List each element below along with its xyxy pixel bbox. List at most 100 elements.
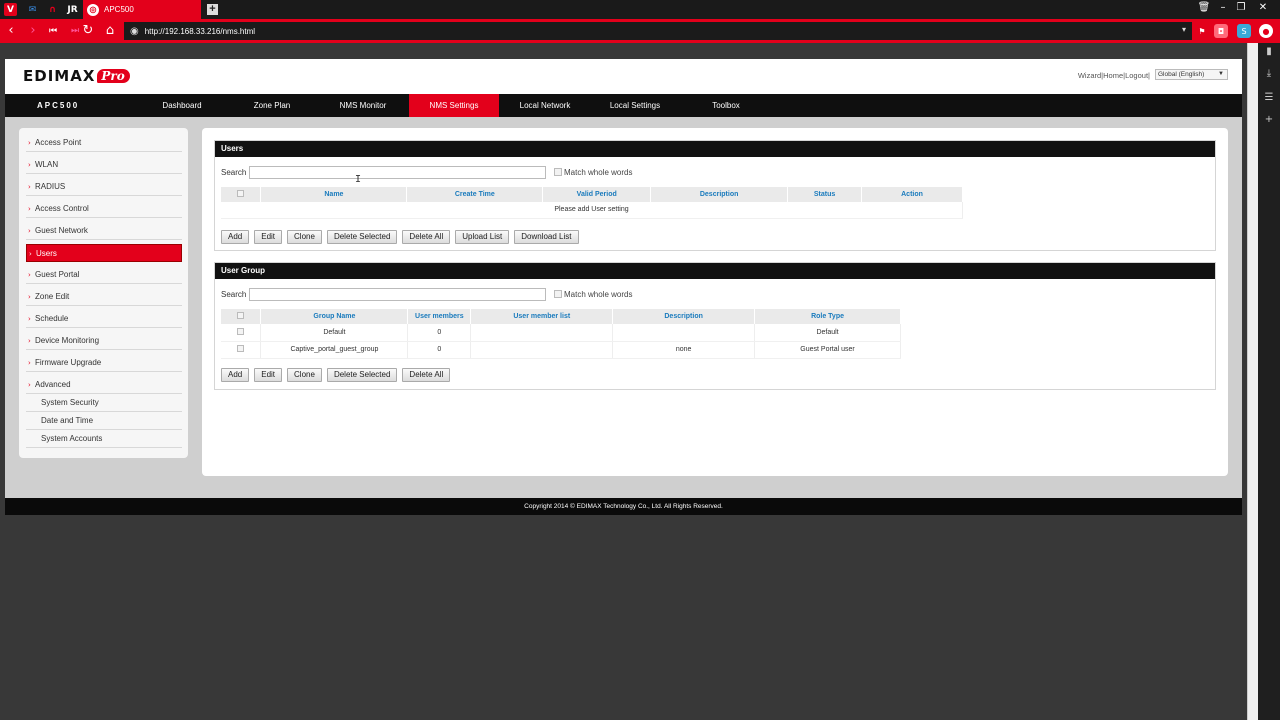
sidebar-item-users[interactable]: › Users [26, 244, 182, 262]
sidebar-item-system-accounts[interactable]: System Accounts [26, 430, 182, 448]
nav-zone-plan[interactable]: Zone Plan [239, 94, 305, 117]
mail-icon[interactable]: ✉ [26, 3, 39, 16]
tab-apc500[interactable]: ◎ APC500 [83, 0, 201, 19]
column-header[interactable]: Description [612, 309, 756, 324]
clone-button[interactable]: Clone [287, 230, 322, 244]
column-header[interactable]: Action [861, 187, 963, 202]
rewind-icon[interactable]: ⏮ [44, 22, 62, 40]
sidebar-item-zone-edit[interactable]: › Zone Edit [26, 288, 182, 306]
group-match-whole-words-checkbox[interactable] [554, 290, 562, 298]
delete-all-button[interactable]: Delete All [402, 230, 451, 244]
new-tab-button[interactable]: + [207, 4, 218, 15]
column-header[interactable]: Name [260, 187, 408, 202]
nav-nms-monitor[interactable]: NMS Monitor [327, 94, 399, 117]
sidebar-item-guest-network[interactable]: › Guest Network [26, 222, 182, 240]
users-panel: Users Search Match whole words Name Crea… [214, 140, 1216, 251]
column-header[interactable]: User member list [470, 309, 614, 324]
column-header[interactable]: Group Name [260, 309, 409, 324]
group-search-input[interactable] [249, 288, 546, 301]
sidebar-item-label: Users [36, 249, 57, 258]
logout-link[interactable]: Logout [1125, 71, 1148, 80]
column-header[interactable]: Valid Period [542, 187, 652, 202]
add-button[interactable]: Add [221, 230, 250, 244]
home-link[interactable]: Home [1103, 71, 1123, 80]
sidebar-item-advanced[interactable]: › Advanced [26, 376, 182, 394]
nav-local-settings[interactable]: Local Settings [599, 94, 671, 117]
reload-icon[interactable]: ↻ [79, 22, 97, 40]
column-header[interactable]: Status [787, 187, 863, 202]
sidebar-item-device-monitoring[interactable]: › Device Monitoring [26, 332, 182, 350]
nav-local-network[interactable]: Local Network [509, 94, 581, 117]
bookmarks-panel-icon[interactable]: ▮ [1263, 46, 1275, 60]
clone-button[interactable]: Clone [287, 368, 322, 382]
sidebar-item-schedule[interactable]: › Schedule [26, 310, 182, 328]
sidebar-item-radius[interactable]: › RADIUS [26, 178, 182, 196]
column-header[interactable]: Role Type [754, 309, 901, 324]
users-panel-title: Users [215, 141, 1215, 157]
users-search-input[interactable] [249, 166, 546, 179]
add-panel-icon[interactable]: + [1263, 114, 1275, 128]
wizard-link[interactable]: Wizard [1078, 71, 1101, 80]
upload-list-button[interactable]: Upload List [455, 230, 510, 244]
vivaldi-icon[interactable]: V [4, 3, 17, 16]
select-all-cell[interactable] [221, 187, 262, 202]
extension-icon[interactable]: S [1237, 24, 1251, 38]
select-all-checkbox[interactable] [237, 312, 245, 319]
language-select[interactable]: Global (English) ▼ [1155, 69, 1228, 80]
sidebar-item-firmware-upgrade[interactable]: › Firmware Upgrade [26, 354, 182, 372]
sidebar-item-wlan[interactable]: › WLAN [26, 156, 182, 174]
row-select-cell[interactable] [221, 341, 262, 359]
page-scrollbar[interactable] [1247, 43, 1258, 720]
nav-dashboard[interactable]: Dashboard [150, 94, 214, 117]
vivaldi-menu-icon[interactable]: ● [1259, 24, 1273, 38]
column-header[interactable]: Description [650, 187, 789, 202]
maximize-icon[interactable]: ❐ [1234, 2, 1248, 13]
url-input[interactable]: ◉ http://192.168.33.216/nms.html ▾ [124, 22, 1192, 40]
arch-icon[interactable]: ∩ [46, 3, 59, 16]
users-button-row: Add Edit Clone Delete Selected Delete Al… [221, 230, 579, 244]
home-icon[interactable]: ⌂ [101, 22, 119, 40]
jr-icon[interactable]: JR [66, 3, 79, 16]
row-select-cell[interactable] [221, 324, 262, 342]
sidebar-item-guest-portal[interactable]: › Guest Portal [26, 266, 182, 284]
nav-toolbox[interactable]: Toolbox [695, 94, 757, 117]
add-button[interactable]: Add [221, 368, 250, 382]
sidebar-item-system-security[interactable]: System Security [26, 394, 182, 412]
edit-button[interactable]: Edit [254, 368, 283, 382]
sidebar-item-access-point[interactable]: › Access Point [26, 134, 182, 152]
bookmark-icon[interactable]: ⚑ [1195, 24, 1209, 38]
url-dropdown-icon[interactable]: ▾ [1182, 25, 1186, 34]
users-match-whole-words-checkbox[interactable] [554, 168, 562, 176]
download-list-button[interactable]: Download List [514, 230, 579, 244]
edit-button[interactable]: Edit [254, 230, 283, 244]
notes-panel-icon[interactable]: ☰ [1263, 92, 1275, 106]
downloads-panel-icon[interactable]: ⤓ [1263, 68, 1275, 82]
minimize-icon[interactable]: – [1216, 2, 1230, 13]
forward-icon[interactable]: › [24, 22, 42, 40]
trash-icon[interactable]: 🗑 [1197, 2, 1211, 13]
chevron-right-icon: › [28, 161, 31, 169]
delete-all-button[interactable]: Delete All [402, 368, 451, 382]
camera-icon[interactable]: ◘ [1214, 24, 1228, 38]
device-name: APC500 [37, 101, 80, 110]
sidebar-item-access-control[interactable]: › Access Control [26, 200, 182, 218]
select-all-checkbox[interactable] [237, 190, 245, 197]
select-all-cell[interactable] [221, 309, 262, 324]
back-icon[interactable]: ‹ [2, 22, 20, 40]
table-row[interactable]: Default 0 Default [221, 324, 901, 342]
nav-nms-settings[interactable]: NMS Settings [409, 94, 499, 117]
site-info-icon[interactable]: ◉ [130, 26, 139, 37]
table-row[interactable]: Captive_portal_guest_group 0 none Guest … [221, 341, 901, 359]
row-checkbox[interactable] [237, 327, 245, 335]
main-nav: APC500 Dashboard Zone Plan NMS Monitor N… [5, 94, 1242, 117]
close-window-icon[interactable]: ✕ [1256, 2, 1270, 13]
column-header[interactable]: Create Time [406, 187, 544, 202]
sidebar-item-label: Firmware Upgrade [35, 358, 102, 367]
column-header[interactable]: User members [407, 309, 472, 324]
row-checkbox[interactable] [237, 345, 245, 352]
sidebar-item-date-and-time[interactable]: Date and Time [26, 412, 182, 430]
sidebar-item-label: Zone Edit [35, 292, 70, 301]
delete-selected-button[interactable]: Delete Selected [326, 368, 398, 382]
delete-selected-button[interactable]: Delete Selected [326, 230, 398, 244]
page-header: EDIMAX Pro Wizard | Home | Logout | Glob… [5, 59, 1242, 94]
